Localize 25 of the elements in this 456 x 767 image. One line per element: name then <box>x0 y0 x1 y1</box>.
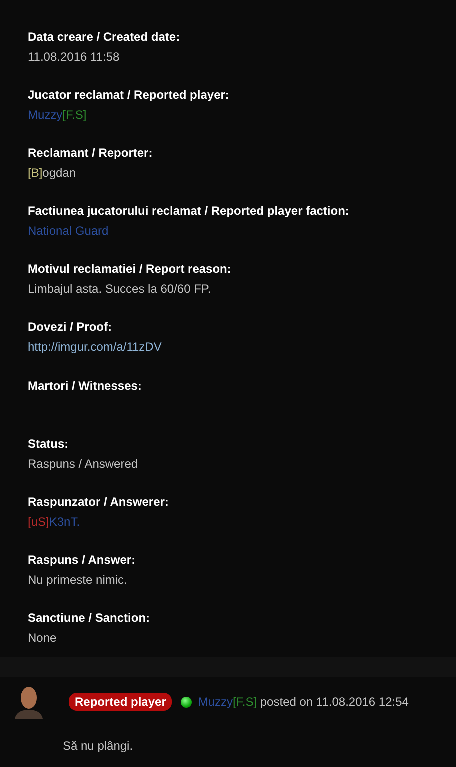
field-value: Limbajul asta. Succes la 60/60 FP. <box>28 281 212 298</box>
comment-text: Să nu plângi. <box>63 739 134 753</box>
field-value: National Guard <box>28 223 109 240</box>
field-label: Factiunea jucatorului reclamat / Reported player faction: <box>28 203 350 220</box>
field-value: 11.08.2016 11:58 <box>28 49 120 65</box>
field-value: [uS]K3nT. <box>28 514 80 530</box>
field-value: Nu primeste nimic. <box>28 572 128 588</box>
field-label: Sanctiune / Sanction: <box>28 610 152 626</box>
field-label: Jucator reclamat / Reported player: <box>28 87 230 104</box>
field-value: None <box>28 630 57 646</box>
post-meta: Muzzy[F.S] posted on 11.08.2016 12:54 <box>198 695 409 709</box>
field-label: Raspunzator / Answerer: <box>28 494 170 510</box>
field-value: [B]ogdan <box>28 165 76 182</box>
field-label: Reclamant / Reporter: <box>28 145 154 162</box>
avatar-icon <box>13 685 45 719</box>
field-label: Data creare / Created date: <box>28 29 182 45</box>
field-label: Raspuns / Answer: <box>28 552 137 568</box>
field-value: Raspuns / Answered <box>28 456 138 472</box>
field-value: http://imgur.com/a/11zDV <box>28 339 162 356</box>
field-label: Status: <box>28 436 70 452</box>
field-label: Motivul reclamatiei / Report reason: <box>28 261 232 278</box>
field-value: Muzzy[F.S] <box>28 107 87 124</box>
role-badge: Reported player <box>69 693 172 711</box>
field-label: Martori / Witnesses: <box>28 378 143 394</box>
field-label: Dovezi / Proof: <box>28 319 114 336</box>
